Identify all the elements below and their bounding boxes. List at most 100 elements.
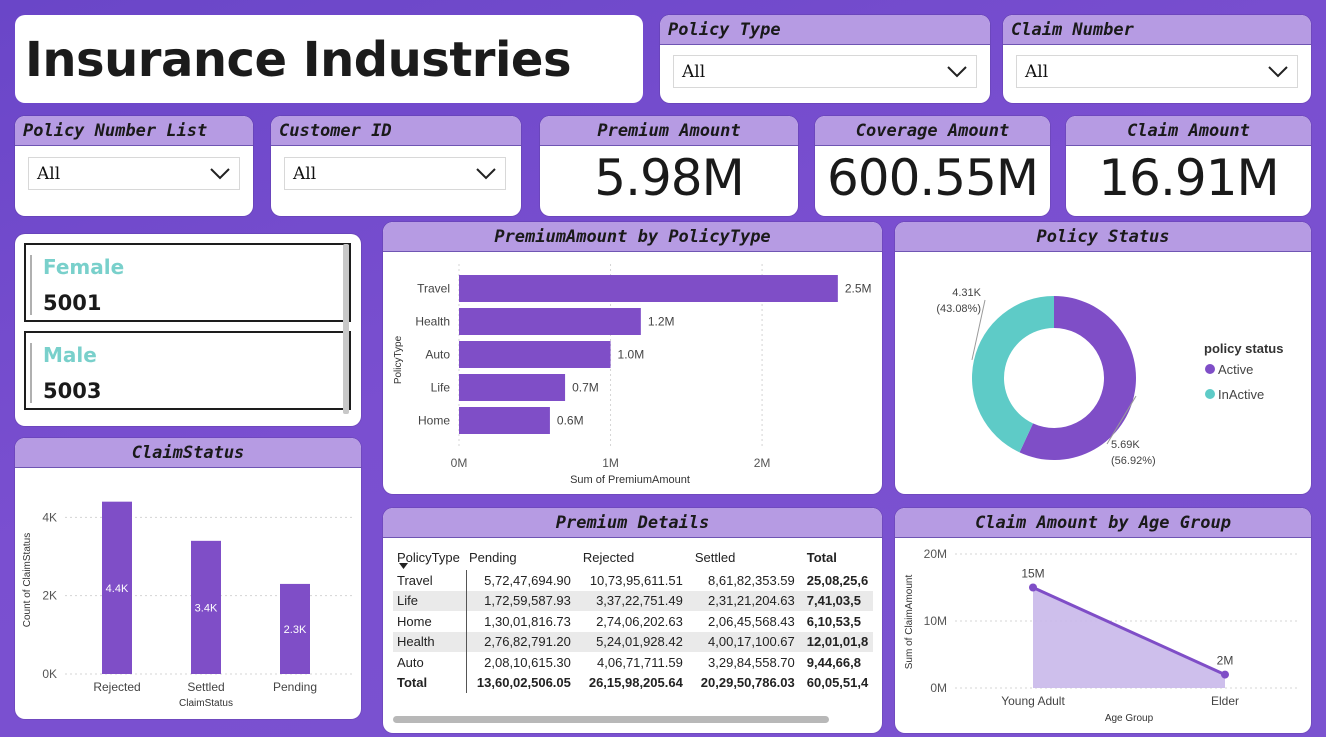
customer-id-slicer: Customer ID All — [271, 116, 521, 216]
claim-number-slicer: Claim Number All — [1003, 15, 1311, 103]
coverage-amount-value: 600.55M — [826, 149, 1039, 207]
data-label: 1.2M — [648, 315, 675, 329]
table-row-label: Home — [393, 611, 468, 632]
legend-item-label: InActive — [1218, 387, 1264, 402]
table-cell: 13,60,02,506.05 — [476, 675, 571, 691]
x-tick-label: 1M — [602, 456, 619, 470]
table-total-row[interactable]: Total 13,60,02,506.05 26,15,98,205.64 20,29… — [393, 672, 873, 693]
table-cell: 4,06,71,711.59 — [597, 654, 683, 670]
table-cell: 1,72,59,587.93 — [466, 590, 579, 611]
column-header-pending[interactable]: Pending — [467, 544, 579, 570]
premium-details-card: Premium Details PolicyType Pending Rejec… — [383, 508, 882, 733]
claim-status-card: ClaimStatus 0K 2K 4K 4.4K Rejected 3.4K Settle… — [15, 438, 361, 719]
policy-number-list-value: All — [37, 163, 61, 184]
table-cell: 3,29,84,558.70 — [708, 654, 795, 670]
male-box[interactable]: Male 5003 — [24, 331, 351, 410]
coverage-amount-card: Coverage Amount 600.55M — [815, 116, 1050, 216]
sort-desc-icon — [399, 563, 408, 569]
table-horizontal-scrollbar[interactable] — [393, 716, 829, 723]
y-tick-label: 2K — [42, 589, 57, 603]
premium-details-title: Premium Details — [383, 508, 882, 538]
table-cell: 2,31,21,204.63 — [690, 590, 803, 611]
claim-by-age-chart: 0M 10M 20M 15M Young Adult 2M Elder Age Group Su… — [904, 547, 1299, 724]
chevron-down-icon — [210, 167, 230, 179]
table-cell: 5,72,47,694.90 — [484, 572, 571, 588]
table-row-label: Health — [393, 631, 468, 652]
y-tick-label: Home — [418, 414, 450, 428]
female-box[interactable]: Female 5001 — [24, 243, 351, 322]
table-cell: 26,15,98,205.64 — [588, 675, 683, 691]
y-axis-title: Sum of ClaimAmount — [904, 575, 915, 670]
policy-type-dropdown[interactable]: All — [673, 55, 977, 88]
slice-percent-label: (43.08%) — [936, 303, 981, 315]
table-cell: 9,44,66,8 — [806, 654, 861, 670]
y-tick-label: Auto — [425, 348, 450, 362]
table-cell: 3,37,22,751.49 — [578, 590, 691, 611]
gender-scrollbar[interactable] — [343, 244, 349, 414]
x-tick-label: 0M — [451, 456, 468, 470]
table-cell: 2,06,45,568.43 — [708, 613, 795, 629]
y-tick-label: Life — [431, 381, 451, 395]
data-label: 3.4K — [195, 602, 218, 614]
table-row[interactable]: Home 1,30,01,816.73 2,74,06,202.63 2,06,45,… — [393, 611, 873, 632]
female-value: 5001 — [43, 291, 102, 315]
customer-id-dropdown[interactable]: All — [284, 157, 506, 190]
y-axis-title: Count of ClaimStatus — [22, 533, 33, 628]
column-header-total[interactable]: Total — [803, 544, 873, 570]
column-header-policytype[interactable]: PolicyType — [393, 544, 467, 570]
policy-type-label: Policy Type — [660, 15, 990, 45]
premium-details-table: PolicyType Pending Rejected Settled Tota… — [393, 544, 873, 693]
data-label: 1.0M — [618, 348, 645, 362]
table-row-label: Auto — [393, 652, 468, 673]
premium-by-policytype-title: PremiumAmount by PolicyType — [383, 222, 882, 252]
data-point — [1029, 583, 1037, 592]
table-cell: 12,01,01,8 — [802, 631, 873, 652]
table-row-label: Travel — [393, 570, 468, 591]
table-row[interactable]: Auto 2,08,10,615.30 4,06,71,711.59 3,29,84,… — [393, 652, 873, 673]
bar — [459, 374, 566, 401]
claim-status-chart: 0K 2K 4K 4.4K Rejected 3.4K Settled 2.3K Pending… — [22, 501, 353, 709]
data-label: 2.3K — [284, 624, 307, 636]
x-tick-label: Settled — [187, 680, 224, 694]
claim-amount-label: Claim Amount — [1066, 116, 1311, 146]
table-row[interactable]: Health 2,76,82,791.20 5,24,01,928.42 4,00,1… — [393, 631, 873, 652]
y-tick-label: Health — [415, 315, 450, 329]
female-label: Female — [43, 255, 125, 279]
bar — [459, 341, 611, 368]
y-tick-label: 0K — [42, 667, 57, 681]
table-cell: 7,41,03,5 — [802, 590, 873, 611]
x-axis-title: ClaimStatus — [179, 698, 233, 709]
area-fill — [1033, 587, 1225, 688]
table-row[interactable]: Travel 5,72,47,694.90 10,73,95,611.51 8,61,… — [393, 570, 873, 591]
legend-title: policy status — [1204, 341, 1283, 356]
table-cell: 10,73,95,611.51 — [589, 572, 683, 588]
y-tick-label: 0M — [930, 681, 947, 695]
table-cell: 8,61,82,353.59 — [708, 572, 795, 588]
policy-status-title: Policy Status — [895, 222, 1311, 252]
x-tick-label: Elder — [1211, 694, 1239, 708]
column-header-settled[interactable]: Settled — [691, 544, 803, 570]
claim-amount-card: Claim Amount 16.91M — [1066, 116, 1311, 216]
claim-number-value: All — [1025, 61, 1049, 82]
data-label: 0.6M — [557, 414, 584, 428]
table-row[interactable]: Life 1,72,59,587.93 3,37,22,751.49 2,31,21,… — [393, 590, 873, 611]
claim-amount-value: 16.91M — [1098, 149, 1279, 207]
claim-number-dropdown[interactable]: All — [1016, 55, 1298, 88]
column-header-rejected[interactable]: Rejected — [579, 544, 691, 570]
policy-status-card: Policy Status 5.69K (56.92%) 4.31K (43.08%)… — [895, 222, 1311, 494]
policy-number-list-dropdown[interactable]: All — [28, 157, 240, 190]
y-axis-title: PolicyType — [393, 335, 404, 384]
slice-value-label: 5.69K — [1111, 439, 1140, 451]
chevron-down-icon — [476, 167, 496, 179]
data-label: 0.7M — [572, 381, 599, 395]
y-tick-label: 4K — [42, 510, 57, 524]
data-point — [1221, 670, 1229, 679]
data-label: 2.5M — [845, 282, 872, 296]
coverage-amount-label: Coverage Amount — [815, 116, 1050, 146]
male-value: 5003 — [43, 379, 102, 403]
y-tick-label: 20M — [924, 547, 947, 561]
table-cell: 4,00,17,100.67 — [690, 631, 803, 652]
policy-status-chart: 5.69K (56.92%) 4.31K (43.08%) policy status A… — [936, 287, 1283, 467]
male-label: Male — [43, 343, 97, 367]
table-row-label: Life — [393, 590, 468, 611]
